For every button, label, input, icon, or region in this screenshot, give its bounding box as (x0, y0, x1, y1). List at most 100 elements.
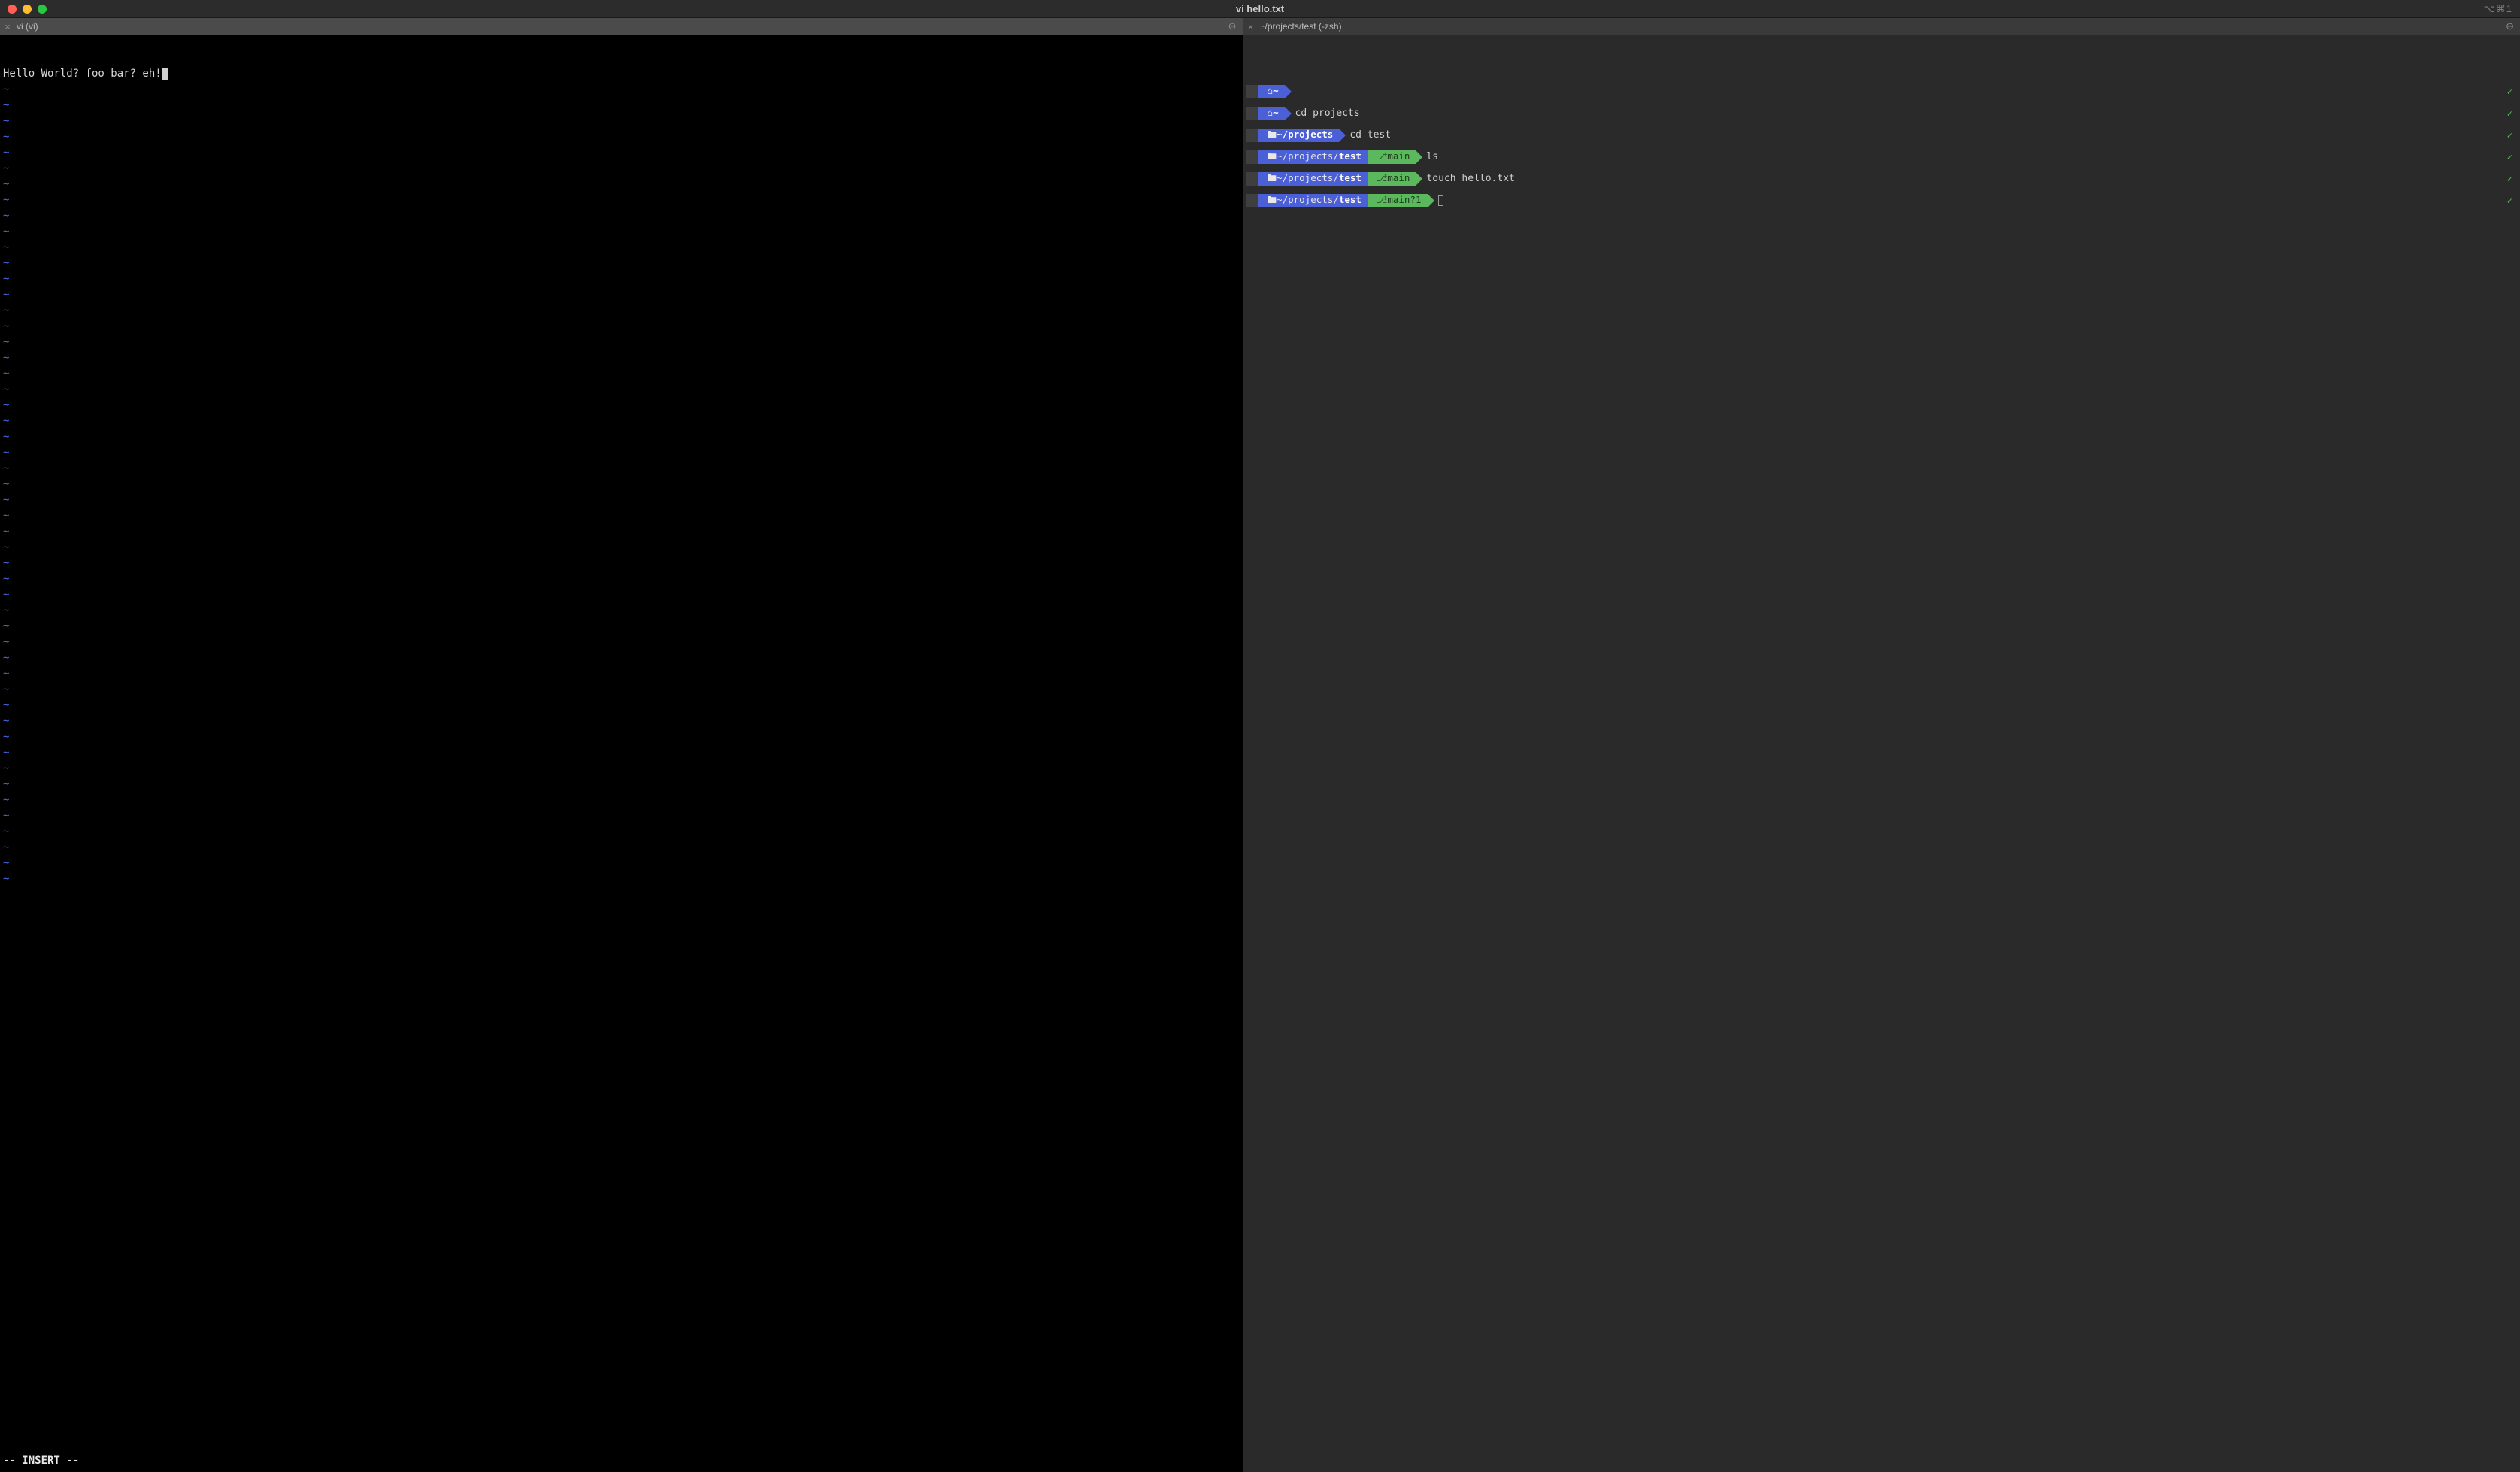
vi-empty-line-marker: ~ (3, 226, 9, 238)
command-text: touch hello.txt (1416, 171, 1514, 186)
vi-empty-line-marker: ~ (3, 668, 9, 680)
path-prefix: ~/projects/ (1277, 171, 1339, 186)
prompt-os-segment (1246, 194, 1258, 207)
path-current: ~ (1273, 84, 1279, 98)
vi-empty-line-marker: ~ (3, 99, 9, 111)
vi-empty-line-marker: ~ (3, 699, 9, 711)
path-current: ~/projects (1277, 128, 1333, 142)
window-title: vi hello.txt (1236, 3, 1284, 14)
vi-empty-line-marker: ~ (3, 178, 9, 190)
success-check-icon: ✓ (2507, 129, 2512, 142)
close-button[interactable] (8, 5, 17, 14)
vi-empty-line-marker: ~ (3, 873, 9, 885)
command-text: cd test (1339, 128, 1391, 143)
git-branch-name: main (1387, 150, 1410, 164)
vi-empty-line-marker: ~ (3, 131, 9, 143)
success-check-icon: ✓ (2507, 150, 2512, 164)
prompt-line: 🖿 ~/projects/test ⎇ maintouch hello.txt✓ (1246, 171, 2517, 186)
terminal-window: vi hello.txt ⌥⌘1 × vi (vi) ⊖ Hello World… (0, 0, 2520, 1472)
prompt-os-segment (1246, 129, 1258, 142)
vi-empty-line-marker: ~ (3, 636, 9, 648)
vi-empty-line-marker: ~ (3, 399, 9, 411)
git-branch-name: main (1387, 193, 1410, 207)
left-tab-bar[interactable]: × vi (vi) ⊖ (0, 18, 1243, 35)
branch-icon: ⎇ (1377, 171, 1387, 186)
vi-empty-line-marker: ~ (3, 620, 9, 632)
path-prefix: ~/projects/ (1277, 193, 1339, 207)
prompt-git-segment: ⎇ main (1368, 172, 1416, 186)
command-text: cd projects (1285, 106, 1360, 121)
vi-empty-line-marker: ~ (3, 241, 9, 253)
folder-icon: 🖿 (1268, 150, 1277, 164)
split-panes: × vi (vi) ⊖ Hello World? foo bar? eh! ~ … (0, 18, 2520, 1472)
vi-empty-line-marker: ~ (3, 747, 9, 759)
vi-empty-line-marker: ~ (3, 115, 9, 127)
window-controls (0, 5, 47, 14)
vi-empty-line-marker: ~ (3, 762, 9, 774)
prompt-line: 🖿 ~/projects/test ⎇ main ?1✓ (1246, 192, 2517, 208)
vi-empty-line-marker: ~ (3, 825, 9, 837)
vi-empty-line-marker: ~ (3, 604, 9, 616)
home-icon: ⌂ (1268, 84, 1274, 98)
vi-empty-line-marker: ~ (3, 273, 9, 285)
shell-cursor (1438, 195, 1443, 206)
vi-empty-line-marker: ~ (3, 589, 9, 601)
tab-menu-icon[interactable]: ⊖ (2506, 20, 2514, 32)
vi-empty-line-marker: ~ (3, 147, 9, 159)
path-current: test (1339, 171, 1361, 186)
right-tab-bar[interactable]: × ~/projects/test (-zsh) ⊖ (1243, 18, 2520, 35)
prompt-line: ⌂ ~ ✓ (1246, 83, 2517, 99)
tab-menu-icon[interactable]: ⊖ (1228, 20, 1237, 32)
vi-empty-line-marker: ~ (3, 462, 9, 474)
vi-empty-line-marker: ~ (3, 447, 9, 459)
close-tab-icon[interactable]: × (1243, 21, 1258, 32)
folder-icon: 🖿 (1268, 128, 1277, 142)
prompt-path-segment: 🖿 ~/projects/test (1258, 150, 1368, 164)
vi-content: Hello World? foo bar? eh! ~ ~ ~ ~ ~ ~ ~ … (3, 66, 1240, 887)
success-check-icon: ✓ (2507, 85, 2512, 98)
vi-empty-line-marker: ~ (3, 415, 9, 427)
vi-empty-line-marker: ~ (3, 352, 9, 364)
vi-empty-line-marker: ~ (3, 794, 9, 806)
vi-empty-line-marker: ~ (3, 304, 9, 317)
vi-empty-line-marker: ~ (3, 289, 9, 301)
vi-empty-line-marker: ~ (3, 162, 9, 174)
path-current: test (1339, 193, 1361, 207)
vi-empty-line-marker: ~ (3, 257, 9, 269)
vi-empty-line-marker: ~ (3, 573, 9, 585)
prompt-path-segment: 🖿 ~/projects/test (1258, 194, 1368, 207)
prompt-path-segment: ⌂ ~ (1258, 107, 1285, 120)
right-tab-title: ~/projects/test (-zsh) (1258, 21, 1342, 32)
prompt-git-segment: ⎇ main ?1 (1368, 194, 1428, 207)
git-status-indicator: ?1 (1410, 193, 1421, 207)
prompt-line: 🖿 ~/projectscd test✓ (1246, 127, 2517, 143)
prompt-line: ⌂ ~cd projects✓ (1246, 105, 2517, 121)
titlebar: vi hello.txt ⌥⌘1 (0, 0, 2520, 18)
vi-empty-line-marker: ~ (3, 731, 9, 743)
vi-empty-line-marker: ~ (3, 383, 9, 395)
shell-terminal[interactable]: ⌂ ~✓⌂ ~cd projects✓🖿 ~/projectscd test✓🖿… (1243, 35, 2520, 1472)
path-current: ~ (1273, 106, 1279, 120)
prompt-path-segment: 🖿 ~/projects/test (1258, 172, 1368, 186)
vi-cursor (162, 68, 168, 80)
vi-empty-line-marker: ~ (3, 320, 9, 332)
prompt-line: 🖿 ~/projects/test ⎇ mainls✓ (1246, 149, 2517, 165)
vi-status-line: -- INSERT -- (3, 1453, 79, 1469)
vi-empty-line-marker: ~ (3, 778, 9, 790)
minimize-button[interactable] (23, 5, 32, 14)
git-branch-name: main (1387, 171, 1410, 186)
home-icon: ⌂ (1268, 106, 1274, 120)
close-tab-icon[interactable]: × (0, 21, 15, 32)
prompt-path-segment: 🖿 ~/projects (1258, 129, 1340, 142)
vi-empty-line-marker: ~ (3, 683, 9, 695)
vi-empty-line-marker: ~ (3, 541, 9, 553)
vi-empty-line-marker: ~ (3, 557, 9, 569)
zoom-button[interactable] (38, 5, 47, 14)
vi-editor[interactable]: Hello World? foo bar? eh! ~ ~ ~ ~ ~ ~ ~ … (0, 35, 1243, 1472)
folder-icon: 🖿 (1268, 171, 1277, 186)
prompt-git-segment: ⎇ main (1368, 150, 1416, 164)
folder-icon: 🖿 (1268, 193, 1277, 207)
prompt-os-segment (1246, 150, 1258, 164)
prompt-os-segment (1246, 107, 1258, 120)
vi-empty-line-marker: ~ (3, 652, 9, 664)
